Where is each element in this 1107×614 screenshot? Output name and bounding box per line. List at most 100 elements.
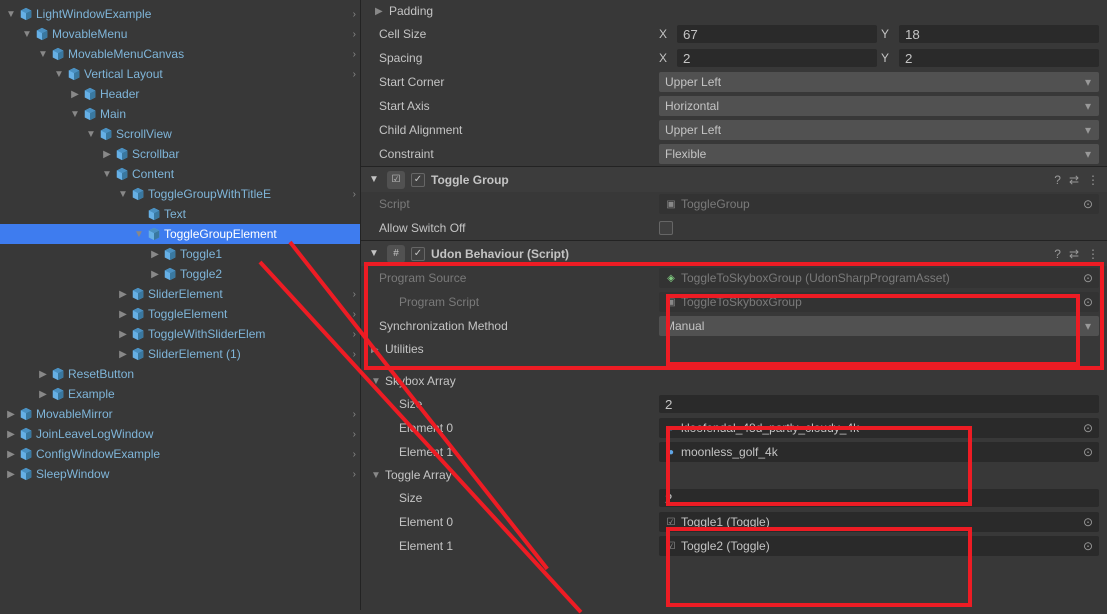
startcorner-row: Start Corner Upper Left [361,70,1107,94]
gameobject-icon [18,406,34,422]
cellsize-y-field[interactable] [899,25,1099,43]
skybox-e0-field[interactable]: ●kloofendal_48d_partly_cloudy_4k [659,418,1099,438]
foldout-icon[interactable] [4,409,18,420]
hierarchy-item[interactable]: SliderElement› [0,284,360,304]
hierarchy-item[interactable]: Vertical Layout› [0,64,360,84]
udon-component-header[interactable]: ▼ # Udon Behaviour (Script) ? ⇄ ⋮ [361,240,1107,266]
padding-foldout[interactable]: Padding [361,0,1107,22]
gameobject-icon [130,186,146,202]
togglegroup-enable-checkbox[interactable] [411,173,425,187]
hierarchy-item[interactable]: MovableMenu› [0,24,360,44]
childalign-dropdown[interactable]: Upper Left [659,120,1099,140]
cellsize-x-field[interactable] [677,25,877,43]
hierarchy-item[interactable]: ToggleWithSliderElem› [0,324,360,344]
material-icon: ● [665,422,677,434]
toggle-e1-field[interactable]: ☑Toggle2 (Toggle) [659,536,1099,556]
menu-icon[interactable]: ⋮ [1087,173,1099,187]
toggle-array-fold[interactable]: Toggle Array [361,464,1107,486]
foldout-icon[interactable] [116,289,130,300]
hierarchy-item[interactable]: Content [0,164,360,184]
foldout-icon[interactable] [116,309,130,320]
foldout-icon[interactable] [52,69,66,80]
startcorner-dropdown[interactable]: Upper Left [659,72,1099,92]
help-icon[interactable]: ? [1054,247,1061,261]
material-icon: ● [665,446,677,458]
foldout-icon[interactable] [36,369,50,380]
hierarchy-item-label: ToggleElement [148,307,227,321]
hierarchy-item[interactable]: Header [0,84,360,104]
hierarchy-item[interactable]: Toggle1 [0,244,360,264]
togglegroup-component-header[interactable]: ▼ ☑ Toggle Group ? ⇄ ⋮ [361,166,1107,192]
foldout-icon[interactable] [148,249,162,260]
foldout-icon[interactable] [36,49,50,60]
foldout-icon[interactable] [116,189,130,200]
hierarchy-item[interactable]: ToggleGroupWithTitleE› [0,184,360,204]
foldout-icon[interactable] [68,89,82,100]
gameobject-icon [18,446,34,462]
hierarchy-item[interactable]: ConfigWindowExample› [0,444,360,464]
allowswitchoff-checkbox[interactable] [659,221,673,235]
hierarchy-item-label: SliderElement (1) [148,347,241,361]
progsrc-field[interactable]: ◈ToggleToSkyboxGroup (UdonSharpProgramAs… [659,268,1099,288]
hierarchy-item[interactable]: Scrollbar [0,144,360,164]
hierarchy-item[interactable]: JoinLeaveLogWindow› [0,424,360,444]
utilities-fold[interactable]: Utilities [361,338,1107,360]
gameobject-icon [114,166,130,182]
foldout-icon[interactable] [4,469,18,480]
hierarchy-item[interactable]: Main [0,104,360,124]
foldout-icon[interactable] [4,9,18,20]
sync-dropdown[interactable]: Manual [659,316,1099,336]
hierarchy-item-label: Text [164,207,186,221]
constraint-dropdown[interactable]: Flexible [659,144,1099,164]
spacing-y-field[interactable] [899,49,1099,67]
foldout-icon[interactable] [100,149,114,160]
hierarchy-item[interactable]: LightWindowExample› [0,4,360,24]
hierarchy-item[interactable]: Example [0,384,360,404]
hierarchy-item-label: ToggleGroupElement [164,227,277,241]
toggle-e0-row: Element 0 ☑Toggle1 (Toggle) [361,510,1107,534]
foldout-icon[interactable] [68,109,82,120]
toggle-size-field[interactable] [659,489,1099,507]
hierarchy-item[interactable]: Toggle2 [0,264,360,284]
toggle-e0-field[interactable]: ☑Toggle1 (Toggle) [659,512,1099,532]
hierarchy-item[interactable]: Text [0,204,360,224]
hierarchy-item[interactable]: SleepWindow› [0,464,360,484]
spacing-x-field[interactable] [677,49,877,67]
hierarchy-item[interactable]: SliderElement (1)› [0,344,360,364]
hierarchy-item-label: Header [100,87,139,101]
foldout-icon[interactable] [84,129,98,140]
foldout-icon[interactable] [4,449,18,460]
foldout-icon[interactable] [132,229,146,240]
skybox-e0-row: Element 0 ●kloofendal_48d_partly_cloudy_… [361,416,1107,440]
skybox-e1-field[interactable]: ●moonless_golf_4k [659,442,1099,462]
skybox-array-fold[interactable]: Skybox Array [361,370,1107,392]
togglegroup-component-icon: ☑ [387,171,405,189]
cellsize-row: Cell Size X Y [361,22,1107,46]
preset-icon[interactable]: ⇄ [1069,173,1079,187]
gameobject-icon [50,386,66,402]
foldout-icon[interactable] [100,169,114,180]
udon-enable-checkbox[interactable] [411,247,425,261]
foldout-icon[interactable] [116,349,130,360]
udon-title: Udon Behaviour (Script) [431,247,1048,261]
startaxis-dropdown[interactable]: Horizontal [659,96,1099,116]
foldout-icon[interactable] [116,329,130,340]
hierarchy-item[interactable]: MovableMenuCanvas› [0,44,360,64]
help-icon[interactable]: ? [1054,173,1061,187]
startaxis-row: Start Axis Horizontal [361,94,1107,118]
foldout-icon[interactable] [148,269,162,280]
skybox-e1-row: Element 1 ●moonless_golf_4k [361,440,1107,464]
skybox-size-field[interactable] [659,395,1099,413]
hierarchy-item[interactable]: ToggleElement› [0,304,360,324]
hierarchy-item[interactable]: ResetButton [0,364,360,384]
menu-icon[interactable]: ⋮ [1087,247,1099,261]
preset-icon[interactable]: ⇄ [1069,247,1079,261]
hierarchy-item[interactable]: ToggleGroupElement [0,224,360,244]
gameobject-icon [34,26,50,42]
hierarchy-item[interactable]: MovableMirror› [0,404,360,424]
foldout-icon[interactable] [20,29,34,40]
foldout-icon[interactable] [4,429,18,440]
gameobject-icon [82,86,98,102]
hierarchy-item[interactable]: ScrollView [0,124,360,144]
foldout-icon[interactable] [36,389,50,400]
